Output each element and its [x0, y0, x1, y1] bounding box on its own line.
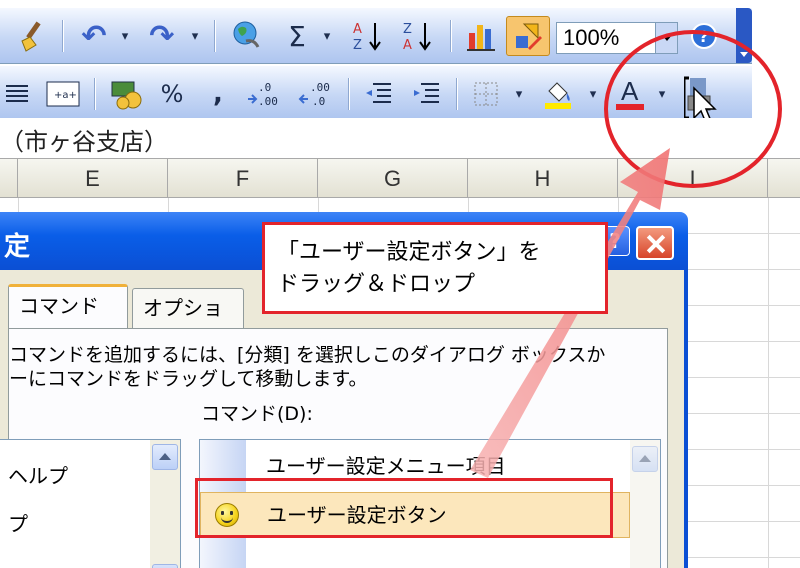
category-scrollbar[interactable] — [150, 440, 180, 568]
column-header-e[interactable]: E — [18, 159, 168, 199]
svg-text:Z: Z — [403, 22, 412, 37]
svg-text:A: A — [403, 38, 412, 53]
merge-center-icon[interactable]: +a+ — [40, 74, 86, 114]
dialog-close-button[interactable] — [636, 226, 674, 260]
increase-indent-icon[interactable] — [404, 74, 448, 114]
highlight-box — [195, 478, 613, 538]
instruction-line-1: コマンドを追加するには、[分類] を選択しこのダイアログ ボックスか — [9, 344, 606, 366]
commands-scrollbar[interactable] — [630, 440, 660, 568]
sort-descending-icon[interactable]: ZA — [396, 16, 440, 56]
zoom-value: 100% — [563, 25, 620, 50]
list-item[interactable]: ヘルプ — [8, 460, 68, 489]
svg-text:+a+: +a+ — [54, 90, 77, 101]
drawing-icon[interactable] — [506, 16, 550, 56]
fill-color-dropdown-icon[interactable]: ▾ — [584, 74, 602, 114]
borders-dropdown-icon[interactable]: ▾ — [510, 74, 528, 114]
percent-icon[interactable]: % — [152, 74, 192, 114]
chart-wizard-icon[interactable] — [460, 16, 504, 56]
column-header-g[interactable]: G — [318, 159, 468, 199]
tab-options[interactable]: オプション — [132, 288, 244, 358]
increase-decimal-icon[interactable]: .0.00 — [242, 74, 290, 114]
decrease-decimal-icon[interactable]: .00.0 — [294, 74, 342, 114]
commands-list-label: コマンド(D): — [201, 403, 313, 425]
svg-text:.00: .00 — [310, 81, 330, 94]
category-list[interactable]: ヘルプ プ — [0, 439, 181, 568]
annotation-circle — [604, 30, 782, 188]
tab-commands[interactable]: コマンド — [8, 284, 128, 330]
dialog-title: 定 — [4, 232, 31, 262]
instruction-text: コマンドを追加するには、[分類] を選択しこのダイアログ ボックスか ーにコマン… — [9, 343, 669, 391]
svg-text:.0: .0 — [258, 81, 271, 94]
svg-text:A: A — [353, 22, 362, 37]
scroll-up-icon[interactable] — [152, 444, 178, 470]
hyperlink-globe-icon[interactable] — [224, 16, 270, 56]
sort-ascending-icon[interactable]: AZ — [346, 16, 390, 56]
column-header-partial[interactable] — [0, 159, 18, 199]
instruction-line-2: ーにコマンドをドラッグして移動します。 — [9, 368, 368, 390]
redo-dropdown-icon[interactable]: ▾ — [186, 16, 204, 56]
brush-icon[interactable] — [10, 16, 56, 56]
scroll-up-icon[interactable] — [632, 446, 658, 472]
comma-icon[interactable]: , — [200, 74, 236, 114]
callout-line-1: 「ユーザー設定ボタン」を — [277, 240, 541, 265]
column-header-f[interactable]: F — [168, 159, 318, 199]
instruction-callout: 「ユーザー設定ボタン」を ドラッグ＆ドロップ — [262, 222, 608, 314]
currency-icon[interactable] — [104, 74, 148, 114]
svg-text:.0: .0 — [312, 95, 325, 108]
scroll-thumb[interactable] — [152, 564, 178, 568]
decrease-indent-icon[interactable] — [356, 74, 400, 114]
autosum-icon[interactable]: Σ — [280, 16, 314, 56]
autosum-dropdown-icon[interactable]: ▾ — [318, 16, 336, 56]
column-header-h[interactable]: H — [468, 159, 618, 199]
svg-text:Z: Z — [353, 38, 362, 53]
borders-icon[interactable] — [466, 74, 506, 114]
svg-text:.00: .00 — [258, 95, 278, 108]
callout-line-2: ドラッグ＆ドロップ — [277, 272, 476, 297]
redo-icon[interactable]: ↷ — [140, 16, 184, 56]
list-item[interactable]: プ — [8, 508, 28, 537]
fill-color-icon[interactable] — [536, 74, 580, 114]
align-justify-icon[interactable] — [0, 74, 34, 114]
undo-icon[interactable]: ↶ — [72, 16, 116, 56]
undo-dropdown-icon[interactable]: ▾ — [116, 16, 134, 56]
